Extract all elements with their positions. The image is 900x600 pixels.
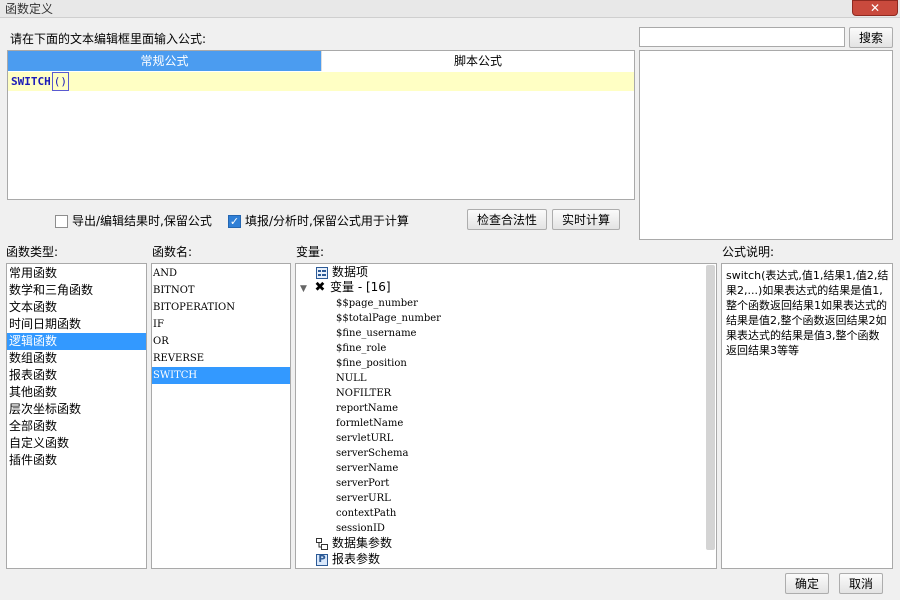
editor-prompt: 请在下面的文本编辑框里面输入公式: <box>10 32 207 46</box>
editor-current-line <box>8 72 634 91</box>
keep-formula-fill-label: 填报/分析时,保留公式用于计算 <box>245 214 409 228</box>
function-item[interactable]: OR <box>152 333 290 350</box>
category-item[interactable]: 自定义函数 <box>7 435 146 452</box>
check-validity-button[interactable]: 检查合法性 <box>467 209 547 230</box>
variable-item[interactable]: $fine_username <box>336 326 416 341</box>
variable-item[interactable]: $fine_position <box>336 356 407 371</box>
function-item[interactable]: IF <box>152 316 290 333</box>
tab-normal-formula[interactable]: 常规公式 <box>8 51 321 71</box>
variable-item[interactable]: $$page_number <box>336 296 418 311</box>
category-item[interactable]: 常用函数 <box>7 265 146 282</box>
realtime-calc-button[interactable]: 实时计算 <box>552 209 620 230</box>
function-item[interactable]: BITNOT <box>152 282 290 299</box>
category-item[interactable]: 文本函数 <box>7 299 146 316</box>
categories-title: 函数类型: <box>6 245 59 259</box>
category-list[interactable]: 常用函数 数学和三角函数 文本函数 时间日期函数 逻辑函数 数组函数 报表函数 其他函数 层次坐… <box>6 263 147 569</box>
description-text: switch(表达式,值1,结果1,值2,结果2,...)如果表达式的结果是值1… <box>726 269 889 357</box>
variable-item[interactable]: $fine_role <box>336 341 386 356</box>
category-item[interactable]: 时间日期函数 <box>7 316 146 333</box>
function-item[interactable]: SWITCH <box>152 367 290 384</box>
keep-formula-fill-checkbox[interactable]: ✓ <box>228 215 241 228</box>
formula-function-name: SWITCH <box>11 75 51 88</box>
function-item[interactable]: REVERSE <box>152 350 290 367</box>
variable-item[interactable]: serverSchema <box>336 446 408 461</box>
category-item[interactable]: 插件函数 <box>7 452 146 469</box>
chevron-down-icon[interactable]: ▼ <box>300 282 314 297</box>
variable-item[interactable]: serverName <box>336 461 398 476</box>
category-item[interactable]: 数组函数 <box>7 350 146 367</box>
variable-item[interactable]: NOFILTER <box>336 386 391 401</box>
function-item[interactable]: BITOPERATION <box>152 299 290 316</box>
variable-item[interactable]: serverPort <box>336 476 389 491</box>
category-item[interactable]: 报表函数 <box>7 367 146 384</box>
variable-tree-scrollbar[interactable] <box>706 265 715 550</box>
data-item-icon <box>316 266 328 279</box>
variable-item[interactable]: serverURL <box>336 491 391 506</box>
tree-node-report-params[interactable]: P 报表参数 <box>316 552 380 567</box>
ok-button[interactable]: 确定 <box>785 573 829 594</box>
category-item[interactable]: 数学和三角函数 <box>7 282 146 299</box>
function-item[interactable]: AND <box>152 265 290 282</box>
variable-item[interactable]: $$totalPage_number <box>336 311 441 326</box>
cancel-button[interactable]: 取消 <box>839 573 883 594</box>
description-title: 公式说明: <box>722 245 775 259</box>
dataset-param-icon <box>316 537 328 550</box>
formula-parentheses: () <box>51 72 69 91</box>
tree-node-label: 变量 - [16] <box>330 280 391 294</box>
tree-node-dataset-params[interactable]: 数据集参数 <box>316 536 392 551</box>
category-item[interactable]: 逻辑函数 <box>7 333 146 350</box>
variable-icon: ✖ <box>314 279 326 295</box>
search-button[interactable]: 搜索 <box>849 27 893 48</box>
category-item[interactable]: 其他函数 <box>7 384 146 401</box>
function-list[interactable]: AND BITNOT BITOPERATION IF OR REVERSE SWITCH <box>151 263 291 569</box>
tree-node-label: 报表参数 <box>332 552 381 566</box>
title-bar <box>0 0 900 18</box>
formula-text[interactable]: SWITCH() <box>11 72 69 91</box>
variable-item[interactable]: NULL <box>336 371 366 386</box>
tree-node-variables[interactable]: ▼ ✖ 变量 - [16] <box>300 280 391 295</box>
variable-item[interactable]: formletName <box>336 416 403 431</box>
tree-node-data-items[interactable]: 数据项 <box>316 265 368 280</box>
variable-tree[interactable]: 数据项 ▼ ✖ 变量 - [16] $$page_number $$totalPage… <box>295 263 717 569</box>
report-param-icon: P <box>316 553 328 566</box>
search-results-panel <box>639 50 893 240</box>
variable-item[interactable]: reportName <box>336 401 398 416</box>
variable-item[interactable]: servletURL <box>336 431 393 446</box>
functions-title: 函数名: <box>152 245 193 259</box>
keep-formula-export-label: 导出/编辑结果时,保留公式 <box>72 214 212 228</box>
category-item[interactable]: 层次坐标函数 <box>7 401 146 418</box>
tree-node-label: 数据集参数 <box>332 536 393 550</box>
tab-script-formula[interactable]: 脚本公式 <box>321 51 634 71</box>
search-input[interactable] <box>639 27 845 47</box>
variables-title: 变量: <box>296 245 325 259</box>
close-button[interactable]: ✕ <box>852 0 898 16</box>
keep-formula-export-checkbox[interactable] <box>55 215 68 228</box>
category-item[interactable]: 全部函数 <box>7 418 146 435</box>
variable-item[interactable]: sessionID <box>336 521 385 536</box>
variable-item[interactable]: contextPath <box>336 506 396 521</box>
tree-node-label: 数据项 <box>332 265 369 279</box>
window-title: 函数定义 <box>5 2 54 16</box>
